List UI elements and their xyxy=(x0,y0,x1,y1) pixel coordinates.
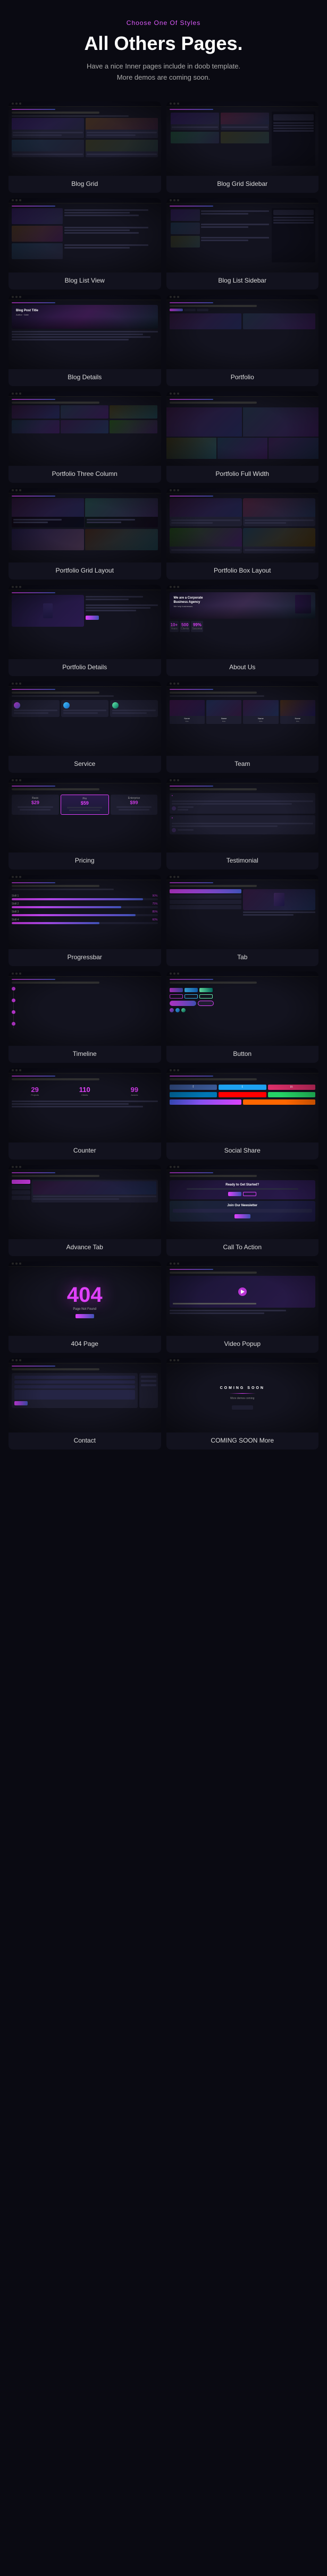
card-team-thumb: Name Role Name Role Name R xyxy=(166,681,319,756)
card-coming-soon-label: COMING SOON More xyxy=(166,1432,319,1449)
card-advance-tab[interactable]: Advance Tab xyxy=(9,1165,161,1256)
card-portfolio-box-layout-thumb xyxy=(166,488,319,562)
card-about-us[interactable]: We are a Corporate Business Agency We he… xyxy=(166,585,319,676)
video-play-icon xyxy=(238,1287,247,1296)
card-portfolio-full-width-thumb xyxy=(166,391,319,466)
card-contact-thumb xyxy=(9,1358,161,1432)
card-button[interactable]: Button xyxy=(166,971,319,1063)
card-tab-label: Tab xyxy=(166,949,319,966)
card-timeline[interactable]: Timeline xyxy=(9,971,161,1063)
card-portfolio-full-width-label: Portfolio Full Width xyxy=(166,466,319,483)
card-call-to-action-label: Call To Action xyxy=(166,1239,319,1256)
page-title: All Others Pages. xyxy=(11,32,316,55)
card-portfolio-details[interactable]: Portfolio Details xyxy=(9,585,161,676)
card-portfolio-details-label: Portfolio Details xyxy=(9,659,161,676)
card-portfolio-thumb xyxy=(166,295,319,369)
card-service-label: Service xyxy=(9,756,161,773)
header: Choose One Of Styles All Others Pages. H… xyxy=(0,0,327,96)
card-portfolio-box-layout[interactable]: Portfolio Box Layout xyxy=(166,488,319,579)
card-portfolio-grid-layout[interactable]: Portfolio Grid Layout xyxy=(9,488,161,579)
card-portfolio-box-layout-label: Portfolio Box Layout xyxy=(166,562,319,579)
card-progressbar[interactable]: Skill 190% Skill 275% Skill 385% Skill 4… xyxy=(9,875,161,966)
card-blog-grid-sidebar-thumb xyxy=(166,101,319,176)
card-counter[interactable]: 29 Projects 110 Clients 99 Awards xyxy=(9,1068,161,1159)
card-blog-list-sidebar-thumb xyxy=(166,198,319,272)
card-blog-grid-sidebar[interactable]: Blog Grid Sidebar xyxy=(166,101,319,193)
card-pricing-label: Pricing xyxy=(9,852,161,869)
card-blog-details-label: Blog Details xyxy=(9,369,161,386)
card-portfolio-three-col-label: Portfolio Three Column xyxy=(9,466,161,483)
card-button-thumb xyxy=(166,971,319,1046)
card-404-page-label: 404 Page xyxy=(9,1336,161,1353)
cards-grid: Blog Grid xyxy=(0,96,327,1455)
card-blog-list-sidebar[interactable]: Blog List Sidebar xyxy=(166,198,319,289)
card-call-to-action[interactable]: Ready to Get Started? Join Our Newslette… xyxy=(166,1165,319,1256)
card-advance-tab-thumb xyxy=(9,1165,161,1239)
card-counter-thumb: 29 Projects 110 Clients 99 Awards xyxy=(9,1068,161,1142)
card-coming-soon-thumb: COMING SOON More demos coming xyxy=(166,1358,319,1432)
card-timeline-label: Timeline xyxy=(9,1046,161,1063)
card-social-share[interactable]: f t in xyxy=(166,1068,319,1159)
header-tag: Choose One Of Styles xyxy=(11,19,316,27)
card-portfolio[interactable]: Portfolio xyxy=(166,295,319,386)
card-service[interactable]: Service xyxy=(9,681,161,773)
card-blog-grid-label: Blog Grid xyxy=(9,176,161,193)
card-blog-list-sidebar-label: Blog List Sidebar xyxy=(166,272,319,289)
card-about-us-label: About Us xyxy=(166,659,319,676)
card-social-share-label: Social Share xyxy=(166,1142,319,1159)
card-advance-tab-label: Advance Tab xyxy=(9,1239,161,1256)
card-portfolio-grid-layout-label: Portfolio Grid Layout xyxy=(9,562,161,579)
card-blog-grid[interactable]: Blog Grid xyxy=(9,101,161,193)
card-blog-grid-thumb xyxy=(9,101,161,176)
card-progressbar-thumb: Skill 190% Skill 275% Skill 385% Skill 4… xyxy=(9,875,161,949)
card-button-label: Button xyxy=(166,1046,319,1063)
card-tab[interactable]: Tab xyxy=(166,875,319,966)
card-404-page[interactable]: 404 Page Not Found 404 Page xyxy=(9,1261,161,1353)
card-team-label: Team xyxy=(166,756,319,773)
header-subtitle: Have a nice Inner pages include in doob … xyxy=(11,61,316,83)
card-blog-details[interactable]: Blog Post Title Author · Date Blog Detai… xyxy=(9,295,161,386)
card-team[interactable]: Name Role Name Role Name R xyxy=(166,681,319,773)
card-blog-grid-sidebar-label: Blog Grid Sidebar xyxy=(166,176,319,193)
card-testimonial-label: Testimonial xyxy=(166,852,319,869)
card-social-share-thumb: f t in xyxy=(166,1068,319,1142)
page-wrapper: Choose One Of Styles All Others Pages. H… xyxy=(0,0,327,1455)
card-testimonial-thumb: " " xyxy=(166,778,319,852)
card-service-thumb xyxy=(9,681,161,756)
card-portfolio-details-thumb xyxy=(9,585,161,659)
card-tab-thumb xyxy=(166,875,319,949)
card-progressbar-label: Progressbar xyxy=(9,949,161,966)
card-portfolio-full-width[interactable]: Portfolio Full Width xyxy=(166,391,319,483)
card-video-popup-label: Video Popup xyxy=(166,1336,319,1353)
card-testimonial[interactable]: " " xyxy=(166,778,319,869)
card-timeline-thumb xyxy=(9,971,161,1046)
card-portfolio-grid-layout-thumb xyxy=(9,488,161,562)
card-pricing[interactable]: Basic $29 Pro $59 xyxy=(9,778,161,869)
card-contact-label: Contact xyxy=(9,1432,161,1449)
card-blog-list-view[interactable]: Blog List View xyxy=(9,198,161,289)
card-video-popup-thumb xyxy=(166,1261,319,1336)
card-portfolio-three-col-thumb xyxy=(9,391,161,466)
card-counter-label: Counter xyxy=(9,1142,161,1159)
card-contact[interactable]: Contact xyxy=(9,1358,161,1449)
card-coming-soon[interactable]: COMING SOON More demos coming COMING SOO… xyxy=(166,1358,319,1449)
card-call-to-action-thumb: Ready to Get Started? Join Our Newslette… xyxy=(166,1165,319,1239)
card-portfolio-three-col[interactable]: Portfolio Three Column xyxy=(9,391,161,483)
card-video-popup[interactable]: Video Popup xyxy=(166,1261,319,1353)
card-blog-details-thumb: Blog Post Title Author · Date xyxy=(9,295,161,369)
card-404-page-thumb: 404 Page Not Found xyxy=(9,1261,161,1336)
card-about-us-thumb: We are a Corporate Business Agency We he… xyxy=(166,585,319,659)
card-blog-list-view-label: Blog List View xyxy=(9,272,161,289)
card-portfolio-label: Portfolio xyxy=(166,369,319,386)
card-blog-list-view-thumb xyxy=(9,198,161,272)
card-pricing-thumb: Basic $29 Pro $59 xyxy=(9,778,161,852)
